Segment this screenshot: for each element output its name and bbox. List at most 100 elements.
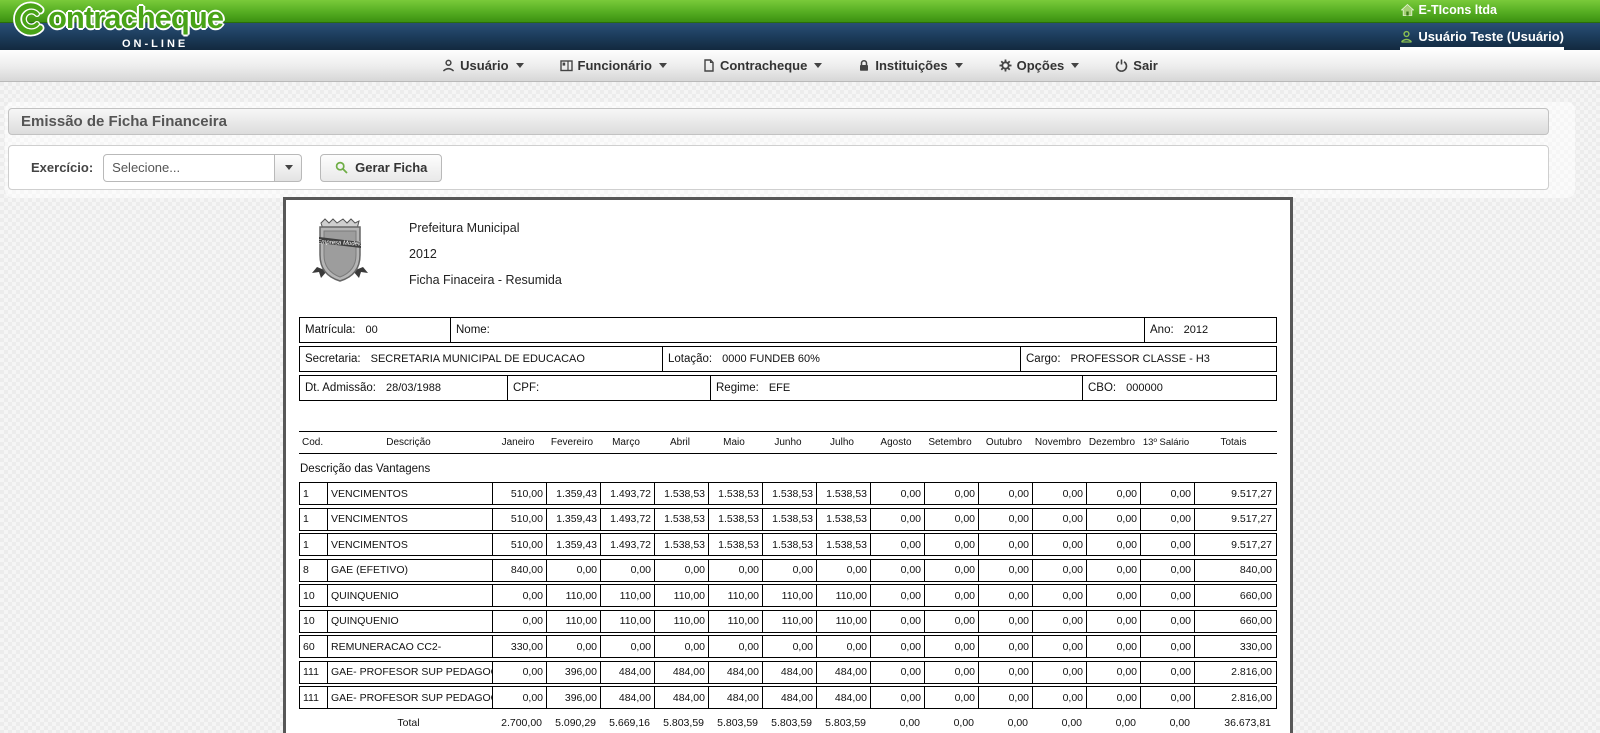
- content-area: Emissão de Ficha Financeira Exercício: S…: [0, 82, 1600, 733]
- amount-cell: 0,00: [762, 560, 816, 581]
- amount-cell: 0,00: [924, 560, 978, 581]
- amount-cell: 1.538,53: [708, 534, 762, 555]
- amount-cell: 0,00: [1032, 636, 1086, 657]
- desc-cell: GAE- PROFESOR SUP PEDAGOG: [327, 662, 492, 683]
- amount-cell: 0,00: [978, 483, 1032, 504]
- amount-cell: 0,00: [978, 509, 1032, 530]
- amount-cell: 1.538,53: [816, 509, 870, 530]
- amount-cell: 1.538,53: [708, 509, 762, 530]
- amount-cell: 110,00: [816, 585, 870, 606]
- column-header: Maio: [707, 437, 761, 448]
- amount-cell: 0,00: [816, 560, 870, 581]
- amount-cell: 0,00: [1140, 483, 1194, 504]
- cod-cell: 1: [300, 534, 327, 555]
- column-header: Julho: [815, 437, 869, 448]
- amount-cell: 484,00: [762, 687, 816, 708]
- doc-title: Ficha Finaceira - Resumida: [409, 267, 562, 293]
- amount-cell: 9.517,27: [1194, 509, 1275, 530]
- info-label: Lotação:: [668, 353, 712, 365]
- info-row: Dt. Admissão:28/03/1988CPF:Regime:EFECBO…: [299, 375, 1277, 401]
- exercicio-select-arrow[interactable]: [275, 154, 302, 182]
- info-cell: Secretaria:SECRETARIA MUNICIPAL DE EDUCA…: [300, 347, 662, 371]
- id-book-icon: [560, 59, 573, 72]
- ficha-row: 111GAE- PROFESOR SUP PEDAGOG0,00396,0048…: [299, 661, 1277, 684]
- amount-cell: 484,00: [816, 662, 870, 683]
- amount-cell: 0,00: [1140, 585, 1194, 606]
- info-value: SECRETARIA MUNICIPAL DE EDUCACAO: [371, 353, 585, 365]
- amount-cell: 0,00: [924, 585, 978, 606]
- table-total-row: Total2.700,005.090,295.669,165.803,595.8…: [299, 712, 1277, 733]
- nav-sair[interactable]: Sair: [1115, 58, 1158, 73]
- amount-cell: 330,00: [1194, 636, 1275, 657]
- info-value: 0000 FUNDEB 60%: [722, 353, 820, 365]
- document-icon: [703, 59, 715, 72]
- chevron-down-icon: [814, 63, 822, 68]
- main-navbar: Usuário Funcionário Contracheque: [0, 50, 1600, 82]
- amount-cell: 0,00: [924, 611, 978, 632]
- logo-title: ontracheque: [48, 1, 223, 35]
- doc-year: 2012: [409, 241, 562, 267]
- total-amount-cell: 0,00: [1139, 717, 1193, 729]
- amount-cell: 1.359,43: [546, 509, 600, 530]
- header-green-bar: [0, 0, 1600, 23]
- company-link[interactable]: E-TIcons ltda: [1401, 3, 1497, 17]
- exercicio-select-value[interactable]: Selecione...: [103, 154, 275, 182]
- amount-cell: 0,00: [870, 662, 924, 683]
- amount-cell: 484,00: [708, 662, 762, 683]
- amount-cell: 0,00: [978, 611, 1032, 632]
- amount-cell: 110,00: [654, 611, 708, 632]
- user-badge-icon: [1400, 30, 1413, 43]
- amount-cell: 0,00: [1086, 585, 1140, 606]
- amount-cell: 2.816,00: [1194, 687, 1275, 708]
- nav-usuario[interactable]: Usuário: [442, 58, 523, 73]
- column-header: Outubro: [977, 437, 1031, 448]
- amount-cell: 0,00: [1032, 534, 1086, 555]
- app-logo[interactable]: ontracheque ON-LINE: [10, 1, 240, 50]
- total-amount-cell: 0,00: [923, 717, 977, 729]
- amount-cell: 0,00: [870, 636, 924, 657]
- amount-cell: 0,00: [978, 534, 1032, 555]
- total-amount-cell: 0,00: [1085, 717, 1139, 729]
- ficha-document: Empresa Modelo Prefeitura Municipal 2012…: [283, 197, 1293, 733]
- info-row: Secretaria:SECRETARIA MUNICIPAL DE EDUCA…: [299, 346, 1277, 372]
- amount-cell: 0,00: [816, 636, 870, 657]
- total-amount-cell: 5.803,59: [707, 717, 761, 729]
- desc-cell: GAE- PROFESOR SUP PEDAGOG: [327, 687, 492, 708]
- filter-panel: Exercício: Selecione... Gerar Ficha: [8, 145, 1549, 190]
- ficha-row: 60REMUNERACAO CC2-330,000,000,000,000,00…: [299, 635, 1277, 658]
- nav-instituicoes[interactable]: Instituições: [858, 58, 962, 73]
- nav-funcionario[interactable]: Funcionário: [560, 58, 667, 73]
- cod-cell: 1: [300, 483, 327, 504]
- amount-cell: 0,00: [870, 687, 924, 708]
- ficha-row: 10QUINQUENIO0,00110,00110,00110,00110,00…: [299, 584, 1277, 607]
- info-label: Matrícula:: [305, 324, 356, 336]
- gerar-ficha-button[interactable]: Gerar Ficha: [320, 154, 442, 182]
- nav-opcoes[interactable]: Opções: [999, 58, 1080, 73]
- exercicio-select[interactable]: Selecione...: [103, 154, 302, 182]
- amount-cell: 0,00: [1140, 636, 1194, 657]
- desc-cell: QUINQUENIO: [327, 611, 492, 632]
- info-value: EFE: [769, 382, 790, 394]
- amount-cell: 660,00: [1194, 611, 1275, 632]
- total-amount-cell: 5.803,59: [815, 717, 869, 729]
- amount-cell: 1.359,43: [546, 534, 600, 555]
- gerar-ficha-label: Gerar Ficha: [355, 160, 427, 175]
- info-value: 2012: [1184, 324, 1208, 336]
- nav-contracheque[interactable]: Contracheque: [703, 58, 822, 73]
- amount-cell: 110,00: [600, 611, 654, 632]
- cod-cell: 111: [300, 687, 327, 708]
- amount-cell: 0,00: [1086, 636, 1140, 657]
- user-icon: [442, 59, 455, 72]
- info-cell: Dt. Admissão:28/03/1988: [300, 376, 507, 400]
- power-icon: [1115, 59, 1128, 72]
- amount-cell: 0,00: [1086, 483, 1140, 504]
- amount-cell: 0,00: [1086, 534, 1140, 555]
- amount-cell: 484,00: [654, 662, 708, 683]
- cod-cell: 111: [300, 662, 327, 683]
- amount-cell: 0,00: [492, 611, 546, 632]
- info-label: Nome:: [456, 324, 490, 336]
- user-menu[interactable]: Usuário Teste (Usuário): [1400, 29, 1564, 50]
- nav-sair-label: Sair: [1133, 58, 1158, 73]
- page-title-text: Emissão de Ficha Financeira: [21, 113, 227, 130]
- amount-cell: 0,00: [924, 509, 978, 530]
